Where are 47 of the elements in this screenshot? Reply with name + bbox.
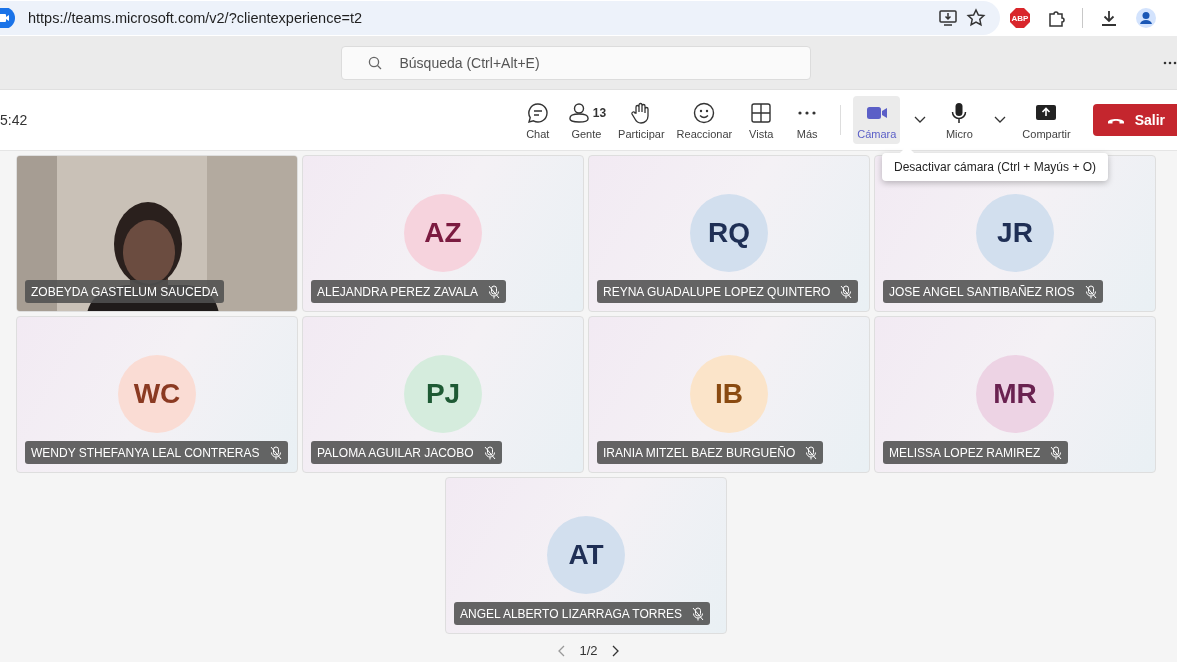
mic-button[interactable]: Micro xyxy=(938,96,981,144)
participant-count: 13 xyxy=(592,105,607,120)
chat-icon xyxy=(525,100,550,125)
chevron-left-icon xyxy=(557,644,566,657)
more-icon xyxy=(797,109,818,116)
name-label: IRANIA MITZEL BAEZ BURGUEÑO xyxy=(597,441,824,464)
avatar: PJ xyxy=(404,355,482,433)
react-button[interactable]: Reaccionar xyxy=(672,96,737,144)
phone-icon xyxy=(1106,116,1125,124)
search-field[interactable]: Búsqueda (Ctrl+Alt+E) xyxy=(340,45,811,80)
avatar: JR xyxy=(976,194,1054,272)
hand-button[interactable]: Participar xyxy=(614,96,669,144)
name-label: WENDY STHEFANYA LEAL CONTRERAS xyxy=(25,441,288,464)
more-button[interactable]: Más xyxy=(786,96,829,144)
name-label: PALOMA AGUILAR JACOBO xyxy=(311,441,502,464)
avatar: IB xyxy=(690,355,768,433)
url-text[interactable]: https://teams.microsoft.com/v2/?clientexperience=t2 xyxy=(28,10,363,26)
star-icon xyxy=(966,8,986,28)
search-icon xyxy=(367,55,382,70)
name-label: ZOBEYDA GASTELUM SAUCEDA xyxy=(25,280,225,303)
avatar: RQ xyxy=(690,194,768,272)
profile-icon xyxy=(1135,7,1157,29)
download-icon xyxy=(1099,8,1119,28)
person-icon xyxy=(566,100,591,125)
chat-button[interactable]: Chat xyxy=(516,96,559,144)
avatar: AZ xyxy=(404,194,482,272)
page-indicator: 1/2 xyxy=(579,643,598,658)
chevron-right-icon xyxy=(611,644,620,657)
camera-button[interactable]: Cámara xyxy=(853,96,901,144)
avatar: MR xyxy=(976,355,1054,433)
extension-badge[interactable]: ABP xyxy=(1010,8,1030,28)
name-label: REYNA GUADALUPE LOPEZ QUINTERO xyxy=(597,280,859,303)
name-label: JOSE ANGEL SANTIBAÑEZ RIOS xyxy=(883,280,1103,303)
avatar: WC xyxy=(118,355,196,433)
install-icon xyxy=(938,8,958,28)
puzzle-icon xyxy=(1046,8,1066,28)
share-button[interactable]: Compartir xyxy=(1018,96,1075,144)
view-button[interactable]: Vista xyxy=(740,96,783,144)
leave-button[interactable]: Salir xyxy=(1092,104,1177,136)
name-label: MELISSA LOPEZ RAMIREZ xyxy=(883,441,1069,464)
avatar: AT xyxy=(547,516,625,594)
name-label: ALEJANDRA PEREZ ZAVALA xyxy=(311,280,506,303)
people-button[interactable]: 13 Gente xyxy=(562,96,611,144)
smiley-icon xyxy=(692,100,717,125)
name-label: ANGEL ALBERTO LIZARRAGA TORRES xyxy=(454,602,711,625)
call-timer: 5:42 xyxy=(0,112,28,128)
grid-icon xyxy=(749,100,774,125)
